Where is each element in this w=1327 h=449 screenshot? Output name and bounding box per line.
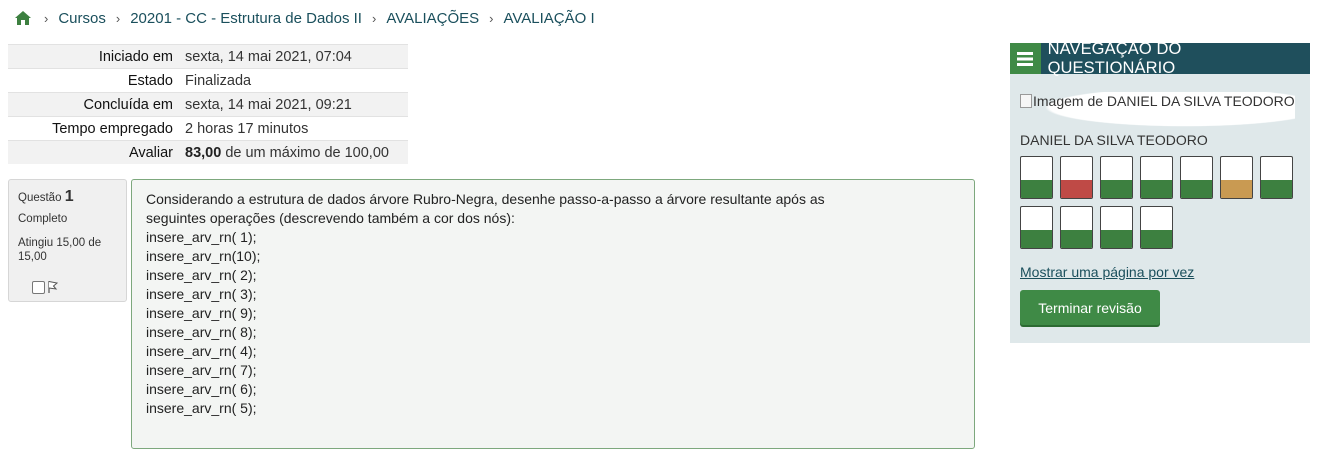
question-nav-button[interactable] bbox=[1220, 156, 1253, 199]
summary-row: Iniciado em sexta, 14 mai 2021, 07:04 bbox=[8, 44, 408, 69]
question-info: Questão 1 Completo Atingiu 15,00 de 15,0… bbox=[8, 179, 127, 302]
question-state: Completo bbox=[18, 213, 68, 225]
chevron-right-icon: › bbox=[115, 10, 121, 26]
home-icon[interactable] bbox=[14, 10, 32, 26]
flag-checkbox[interactable] bbox=[32, 280, 45, 294]
quiz-navigation-title: NAVEGAÇÃO DO QUESTIONÁRIO bbox=[1047, 39, 1182, 77]
operation-line: insere_arv_rn( 9); bbox=[146, 305, 257, 321]
chevron-right-icon: › bbox=[371, 10, 377, 26]
question-nav-status-fill bbox=[1021, 180, 1052, 198]
question-nav-status-fill bbox=[1221, 180, 1252, 198]
summary-row: Concluída em sexta, 14 mai 2021, 09:21 bbox=[8, 92, 408, 117]
summary-value: Finalizada bbox=[179, 68, 408, 93]
chevron-right-icon: › bbox=[44, 10, 49, 26]
breadcrumb-link-avaliacoes[interactable]: AVALIAÇÕES bbox=[386, 10, 479, 27]
operation-line: insere_arv_rn( 3); bbox=[146, 286, 257, 302]
breadcrumb-link-cursos[interactable]: Cursos bbox=[58, 10, 106, 27]
hamburger-menu-icon[interactable] bbox=[1010, 43, 1041, 74]
question-nav-button[interactable] bbox=[1020, 206, 1053, 249]
question-nav-status-fill bbox=[1261, 180, 1292, 198]
broken-image-icon bbox=[1020, 94, 1032, 108]
user-avatar: Imagem de DANIEL DA SILVA TEODORO bbox=[1020, 92, 1295, 130]
operation-line: insere_arv_rn( 8); bbox=[146, 324, 257, 340]
breadcrumb-link-avaliacao[interactable]: AVALIAÇÃO I bbox=[503, 10, 594, 27]
quiz-navigation-header: NAVEGAÇÃO DO QUESTIONÁRIO bbox=[1010, 40, 1310, 77]
flag-icon[interactable] bbox=[47, 280, 59, 294]
question-nav-button[interactable] bbox=[1060, 156, 1093, 199]
question-text-line: Considerando a estrutura de dados árvore… bbox=[146, 191, 825, 207]
question-nav-button[interactable] bbox=[1060, 206, 1093, 249]
question-text: Considerando a estrutura de dados árvore… bbox=[146, 190, 960, 418]
question-nav-status-fill bbox=[1141, 180, 1172, 198]
question-nav-status-fill bbox=[1181, 180, 1212, 198]
question-nav-button[interactable] bbox=[1100, 156, 1133, 199]
summary-value: sexta, 14 mai 2021, 09:21 bbox=[179, 92, 408, 117]
grade-suffix: de um máximo de 100,00 bbox=[225, 144, 389, 161]
flag-question[interactable] bbox=[32, 280, 59, 294]
operation-line: insere_arv_rn( 2); bbox=[146, 267, 257, 283]
question-nav-button[interactable] bbox=[1180, 156, 1213, 199]
question-grade: Atingiu 15,00 de 15,00 bbox=[18, 237, 102, 263]
summary-row: Estado Finalizada bbox=[8, 68, 408, 93]
operation-line: insere_arv_rn(10); bbox=[146, 248, 261, 264]
summary-label: Iniciado em bbox=[8, 44, 179, 69]
question-prefix: Questão bbox=[18, 192, 62, 204]
operation-line: insere_arv_rn( 1); bbox=[146, 229, 257, 245]
question-nav-status-fill bbox=[1141, 230, 1172, 248]
summary-label: Tempo empregado bbox=[8, 116, 179, 141]
summary-label: Estado bbox=[8, 68, 179, 93]
summary-value: 2 horas 17 minutos bbox=[179, 116, 408, 141]
attempt-summary-table: Iniciado em sexta, 14 mai 2021, 07:04 Es… bbox=[8, 44, 408, 164]
question-nav-button[interactable] bbox=[1100, 206, 1133, 249]
finish-review-button[interactable]: Terminar revisão bbox=[1020, 290, 1160, 325]
operation-line: insere_arv_rn( 4); bbox=[146, 343, 257, 359]
question-number-value: 1 bbox=[64, 188, 74, 205]
question-number: Questão 1 bbox=[18, 188, 74, 206]
question-nav-status-fill bbox=[1061, 230, 1092, 248]
grade-label: Avaliar bbox=[8, 140, 179, 164]
breadcrumb: › Cursos › 20201 - CC - Estrutura de Dad… bbox=[14, 8, 595, 28]
question-nav-button[interactable] bbox=[1140, 156, 1173, 199]
question-nav-button[interactable] bbox=[1020, 156, 1053, 199]
summary-row-grade: Avaliar 83,00 de um máximo de 100,00 bbox=[8, 140, 408, 164]
quiz-navigation-block: NAVEGAÇÃO DO QUESTIONÁRIO Imagem de DANI… bbox=[1010, 40, 1310, 343]
question-nav-status-fill bbox=[1101, 230, 1132, 248]
chevron-right-icon: › bbox=[489, 10, 494, 26]
question-nav-button[interactable] bbox=[1140, 206, 1173, 249]
operation-line: insere_arv_rn( 6); bbox=[146, 381, 257, 397]
operation-line: insere_arv_rn( 5); bbox=[146, 400, 257, 416]
summary-value: sexta, 14 mai 2021, 07:04 bbox=[179, 44, 408, 69]
user-name: DANIEL DA SILVA TEODORO bbox=[1020, 132, 1208, 148]
question-nav-status-fill bbox=[1021, 230, 1052, 248]
avatar-alt-text: Imagem de DANIEL DA SILVA TEODORO bbox=[1033, 93, 1295, 109]
question-nav-status-fill bbox=[1101, 180, 1132, 198]
question-nav-status-fill bbox=[1061, 180, 1092, 198]
question-nav-button[interactable] bbox=[1260, 156, 1293, 199]
operation-line: insere_arv_rn( 7); bbox=[146, 362, 257, 378]
question-content: Considerando a estrutura de dados árvore… bbox=[131, 179, 975, 449]
summary-label: Concluída em bbox=[8, 92, 179, 117]
show-one-page-link[interactable]: Mostrar uma página por vez bbox=[1020, 264, 1194, 280]
question-text-line: seguintes operações (descrevendo também … bbox=[146, 210, 515, 226]
grade-value-cell: 83,00 de um máximo de 100,00 bbox=[179, 140, 408, 164]
summary-row: Tempo empregado 2 horas 17 minutos bbox=[8, 116, 408, 141]
grade-value: 83,00 bbox=[185, 144, 222, 161]
breadcrumb-link-course[interactable]: 20201 - CC - Estrutura de Dados II bbox=[130, 10, 362, 27]
